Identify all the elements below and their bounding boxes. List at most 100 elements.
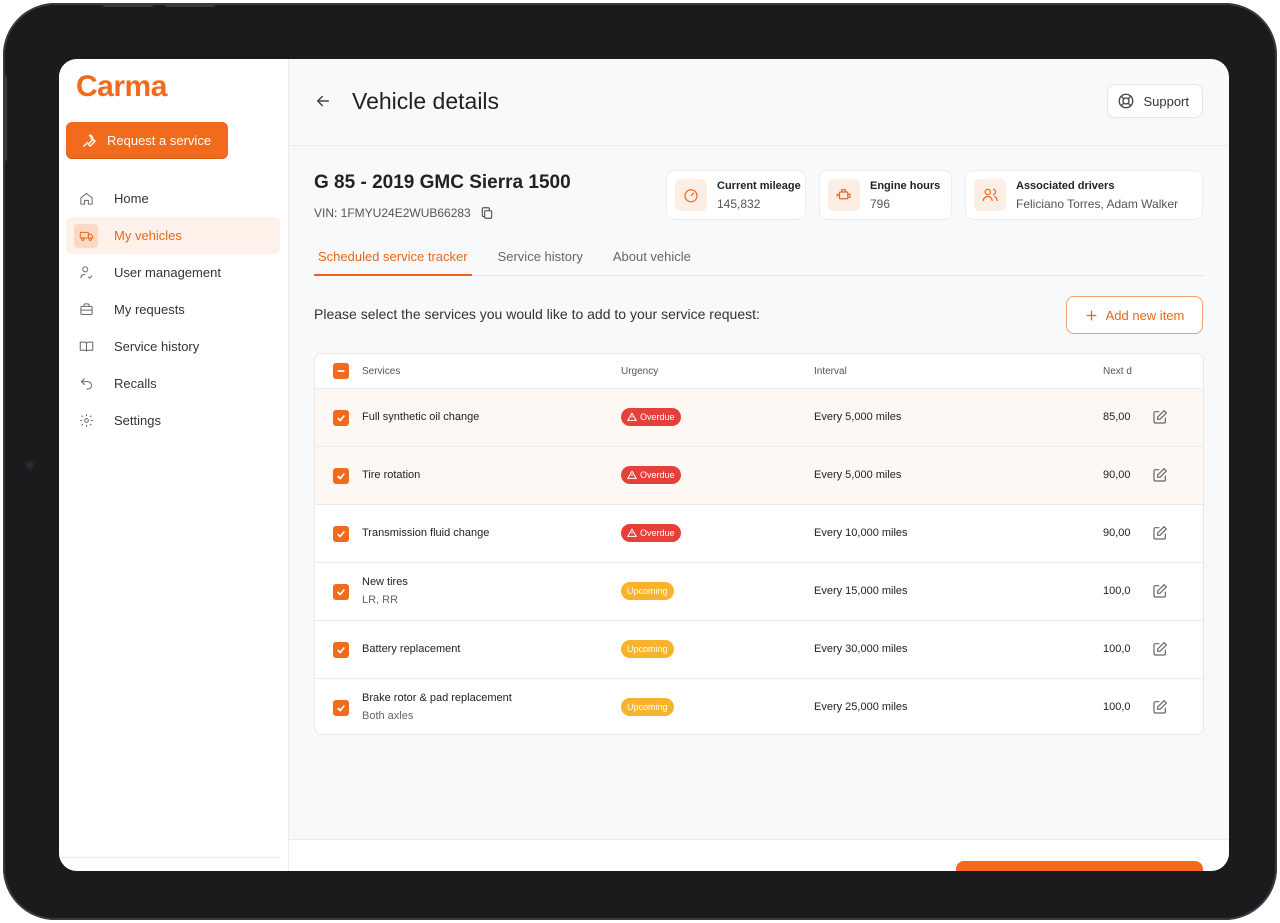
warning-icon	[627, 470, 637, 479]
urgency-cell: Overdue	[621, 524, 681, 542]
copy-icon[interactable]	[480, 206, 494, 220]
sidebar-item-label: Settings	[114, 413, 161, 428]
edit-icon[interactable]	[1152, 641, 1168, 657]
urgency-cell: Upcoming	[621, 698, 674, 716]
status-badge: Upcoming	[621, 640, 674, 658]
request-service-button[interactable]: Request a service	[66, 122, 228, 158]
stat-value: Feliciano Torres, Adam Walker	[1016, 196, 1179, 211]
service-cell: New tires LR, RR	[362, 576, 408, 606]
sidebar-item-my-vehicles[interactable]: My vehicles	[66, 217, 280, 254]
gear-icon	[74, 409, 98, 433]
speedometer-icon	[675, 179, 707, 211]
row-checkbox[interactable]	[333, 526, 349, 542]
support-button[interactable]: Support	[1107, 84, 1203, 118]
services-table: Services Urgency Interval Next d Full sy…	[314, 353, 1204, 735]
wrench-icon	[83, 134, 96, 147]
sidebar-item-settings[interactable]: Settings	[66, 402, 280, 439]
urgency-cell: Upcoming	[621, 582, 674, 600]
table-row[interactable]: Tire rotation Overdue Every 5,000 miles …	[315, 447, 1203, 505]
edit-icon[interactable]	[1152, 583, 1168, 599]
urgency-cell: Upcoming	[621, 640, 674, 658]
service-name: Transmission fluid change	[362, 527, 490, 539]
status-text: Overdue	[640, 470, 675, 480]
interval-cell: Every 15,000 miles	[814, 585, 908, 597]
sidebar-item-service-history[interactable]: Service history	[66, 328, 280, 365]
status-badge: Overdue	[621, 524, 681, 542]
row-checkbox[interactable]	[333, 642, 349, 658]
service-name: Full synthetic oil change	[362, 411, 480, 423]
support-label: Support	[1143, 93, 1189, 109]
page-title: Vehicle details	[352, 88, 500, 114]
sidebar-item-user-management[interactable]: User management	[66, 254, 280, 291]
warning-icon	[627, 528, 637, 537]
row-checkbox[interactable]	[333, 468, 349, 484]
undo-icon	[74, 372, 98, 396]
device-button	[3, 75, 7, 161]
request-service-label: Request a service	[107, 132, 212, 148]
service-name: New tires	[362, 576, 408, 588]
selection-prompt: Please select the services you would lik…	[314, 306, 760, 322]
edit-icon[interactable]	[1152, 525, 1168, 541]
app-screen: Carma Request a service Home My vehicles…	[59, 59, 1229, 871]
table-row[interactable]: Full synthetic oil change Overdue Every …	[315, 389, 1203, 447]
stat-value: 796	[870, 196, 891, 211]
truck-icon	[74, 223, 98, 248]
camera-icon	[25, 460, 35, 470]
page-header: Vehicle details Support	[289, 59, 1229, 146]
table-row[interactable]: New tires LR, RR Upcoming Every 15,000 m…	[315, 563, 1203, 621]
sidebar-item-home[interactable]: Home	[66, 180, 280, 217]
sidebar-item-label: User management	[114, 265, 221, 280]
select-all-checkbox[interactable]	[333, 363, 349, 379]
stat-card-engine-hours: Engine hours 796	[819, 170, 952, 220]
sidebar-item-label: My requests	[114, 302, 185, 317]
back-arrow-icon[interactable]	[314, 92, 332, 110]
briefcase-icon	[74, 298, 98, 322]
service-name: Battery replacement	[362, 643, 461, 655]
warning-icon	[627, 412, 637, 421]
plus-icon	[1086, 310, 1097, 320]
device-button	[103, 3, 153, 7]
column-header-interval[interactable]: Interval	[814, 366, 847, 377]
column-header-urgency[interactable]: Urgency	[621, 366, 658, 377]
table-row[interactable]: Transmission fluid change Overdue Every …	[315, 505, 1203, 563]
sidebar-item-label: Service history	[114, 339, 200, 354]
sidebar-item-my-requests[interactable]: My requests	[66, 291, 280, 328]
divider	[59, 857, 281, 858]
primary-action-button[interactable]	[956, 861, 1203, 871]
table-row[interactable]: Brake rotor & pad replacement Both axles…	[315, 679, 1203, 734]
status-badge: Overdue	[621, 408, 681, 426]
add-new-item-button[interactable]: Add new item	[1066, 296, 1203, 334]
book-icon	[74, 335, 98, 359]
main-content: Vehicle details Support G 85 - 2019 GMC …	[289, 59, 1229, 871]
edit-icon[interactable]	[1152, 467, 1168, 483]
next-due-cell: 85,00	[1103, 411, 1131, 423]
tab-about-vehicle[interactable]: About vehicle	[609, 245, 695, 276]
vin-text: VIN: 1FMYU24E2WUB66283	[314, 206, 471, 220]
tab-service-history[interactable]: Service history	[494, 245, 587, 276]
sidebar-item-recalls[interactable]: Recalls	[66, 365, 280, 402]
column-header-services[interactable]: Services	[362, 366, 400, 377]
next-due-cell: 100,0	[1103, 643, 1131, 655]
tab-scheduled-service-tracker[interactable]: Scheduled service tracker	[314, 245, 472, 276]
edit-icon[interactable]	[1152, 699, 1168, 715]
edit-icon[interactable]	[1152, 409, 1168, 425]
row-checkbox[interactable]	[333, 700, 349, 716]
interval-cell: Every 5,000 miles	[814, 411, 902, 423]
column-header-next-due[interactable]: Next d	[1103, 366, 1133, 377]
user-check-icon	[74, 261, 98, 285]
vin-row: VIN: 1FMYU24E2WUB66283	[314, 206, 494, 220]
row-checkbox[interactable]	[333, 584, 349, 600]
next-due-cell: 90,00	[1103, 469, 1131, 481]
status-badge: Overdue	[621, 466, 681, 484]
status-badge: Upcoming	[621, 698, 674, 716]
brand-logo[interactable]: Carma	[76, 70, 167, 104]
table-row[interactable]: Battery replacement Upcoming Every 30,00…	[315, 621, 1203, 679]
next-due-cell: 100,0	[1103, 701, 1131, 713]
sidebar-item-label: My vehicles	[114, 228, 182, 243]
interval-cell: Every 10,000 miles	[814, 527, 908, 539]
row-checkbox[interactable]	[333, 410, 349, 426]
stat-label: Current mileage	[717, 179, 801, 192]
service-name: Brake rotor & pad replacement	[362, 692, 512, 704]
page-footer	[289, 839, 1229, 871]
status-badge: Upcoming	[621, 582, 674, 600]
